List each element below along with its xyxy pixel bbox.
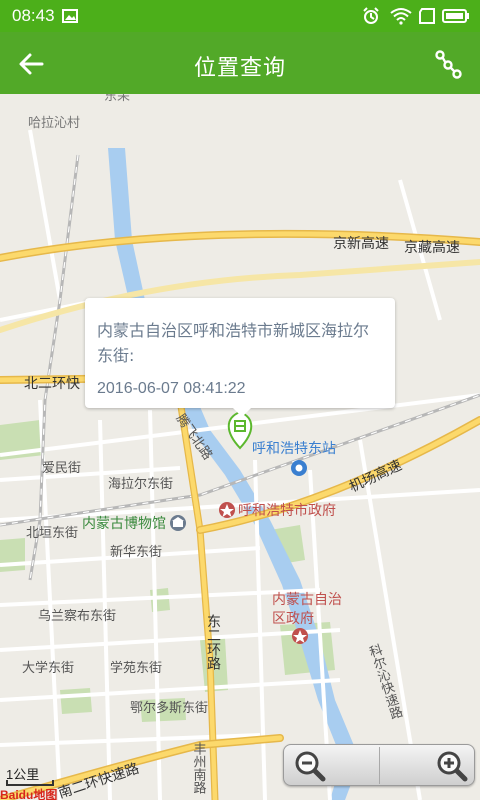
map-view[interactable]: 东呆 哈拉沁村 京新高速 京藏高速 北二环快 腾飞北路 呼和浩特东站 机场高速 … bbox=[0, 94, 480, 800]
app-screen: 08:43 位置查询 东呆 哈拉沁村 京新高速 京藏高速 北二环快 腾飞北路 呼… bbox=[0, 0, 480, 800]
label-area-top: 东呆 bbox=[104, 94, 130, 104]
label-government: 呼和浩特市政府 bbox=[238, 502, 336, 519]
image-notification-icon bbox=[62, 9, 78, 23]
map-canvas[interactable]: 东呆 哈拉沁村 京新高速 京藏高速 北二环快 腾飞北路 呼和浩特东站 机场高速 … bbox=[0, 94, 480, 800]
zoom-out-button[interactable] bbox=[284, 745, 379, 787]
label-expressway-1: 京新高速 bbox=[333, 235, 389, 252]
label-daxue: 大学东街 bbox=[22, 660, 74, 676]
app-bar: 位置查询 bbox=[0, 32, 480, 94]
route-icon[interactable] bbox=[432, 48, 464, 80]
label-station: 呼和浩特东站 bbox=[252, 441, 336, 457]
label-ring-north: 北二环快 bbox=[24, 376, 80, 392]
region-government-marker-icon[interactable] bbox=[292, 628, 308, 644]
label-region-government-line2: 区政府 bbox=[272, 611, 314, 627]
label-beiyuan: 北垣东街 bbox=[26, 526, 78, 541]
wifi-icon bbox=[390, 8, 412, 25]
sim-icon bbox=[419, 8, 435, 24]
label-ordos: 鄂尔多斯东街 bbox=[130, 700, 208, 716]
alarm-icon bbox=[363, 7, 379, 24]
label-museum: 内蒙古博物馆 bbox=[82, 515, 166, 532]
battery-icon bbox=[442, 9, 469, 23]
label-aimin: 爱民街 bbox=[42, 461, 81, 476]
label-east-ring: 东二环路 bbox=[205, 614, 221, 670]
label-fengzhou: 丰州南路 bbox=[191, 742, 207, 794]
popup-time: 2016-06-07 08:41:22 bbox=[97, 380, 246, 397]
location-info-popup[interactable]: 内蒙古自治区呼和浩特市新城区海拉尔东街: 2016-06-07 08:41:22 bbox=[85, 298, 395, 417]
label-xueyuan: 学苑东街 bbox=[110, 660, 162, 676]
status-bar: 08:43 bbox=[0, 0, 480, 32]
station-marker-icon[interactable] bbox=[291, 460, 307, 476]
page-title: 位置查询 bbox=[193, 56, 286, 81]
label-xinhua: 新华东街 bbox=[110, 544, 162, 560]
map-logo-text: Baidu地图 bbox=[0, 788, 58, 800]
label-region-government-line1: 内蒙古自治 bbox=[272, 592, 342, 608]
zoom-control bbox=[283, 744, 475, 786]
label-hailaer: 海拉尔东街 bbox=[108, 477, 173, 492]
label-village: 哈拉沁村 bbox=[28, 116, 80, 131]
map-logo: Baidu地图 bbox=[0, 786, 57, 800]
label-expressway-2: 京藏高速 bbox=[404, 239, 460, 256]
label-wulanchabu: 乌兰察布东街 bbox=[38, 608, 116, 624]
status-time: 08:43 bbox=[12, 6, 55, 25]
zoom-in-icon bbox=[437, 751, 468, 782]
government-marker-icon[interactable] bbox=[219, 502, 235, 518]
zoom-in-button[interactable] bbox=[380, 745, 475, 787]
popup-address: 内蒙古自治区呼和浩特市新城区海拉尔东街: bbox=[97, 321, 370, 365]
museum-marker-icon[interactable] bbox=[170, 515, 186, 531]
zoom-out-icon bbox=[295, 751, 326, 782]
